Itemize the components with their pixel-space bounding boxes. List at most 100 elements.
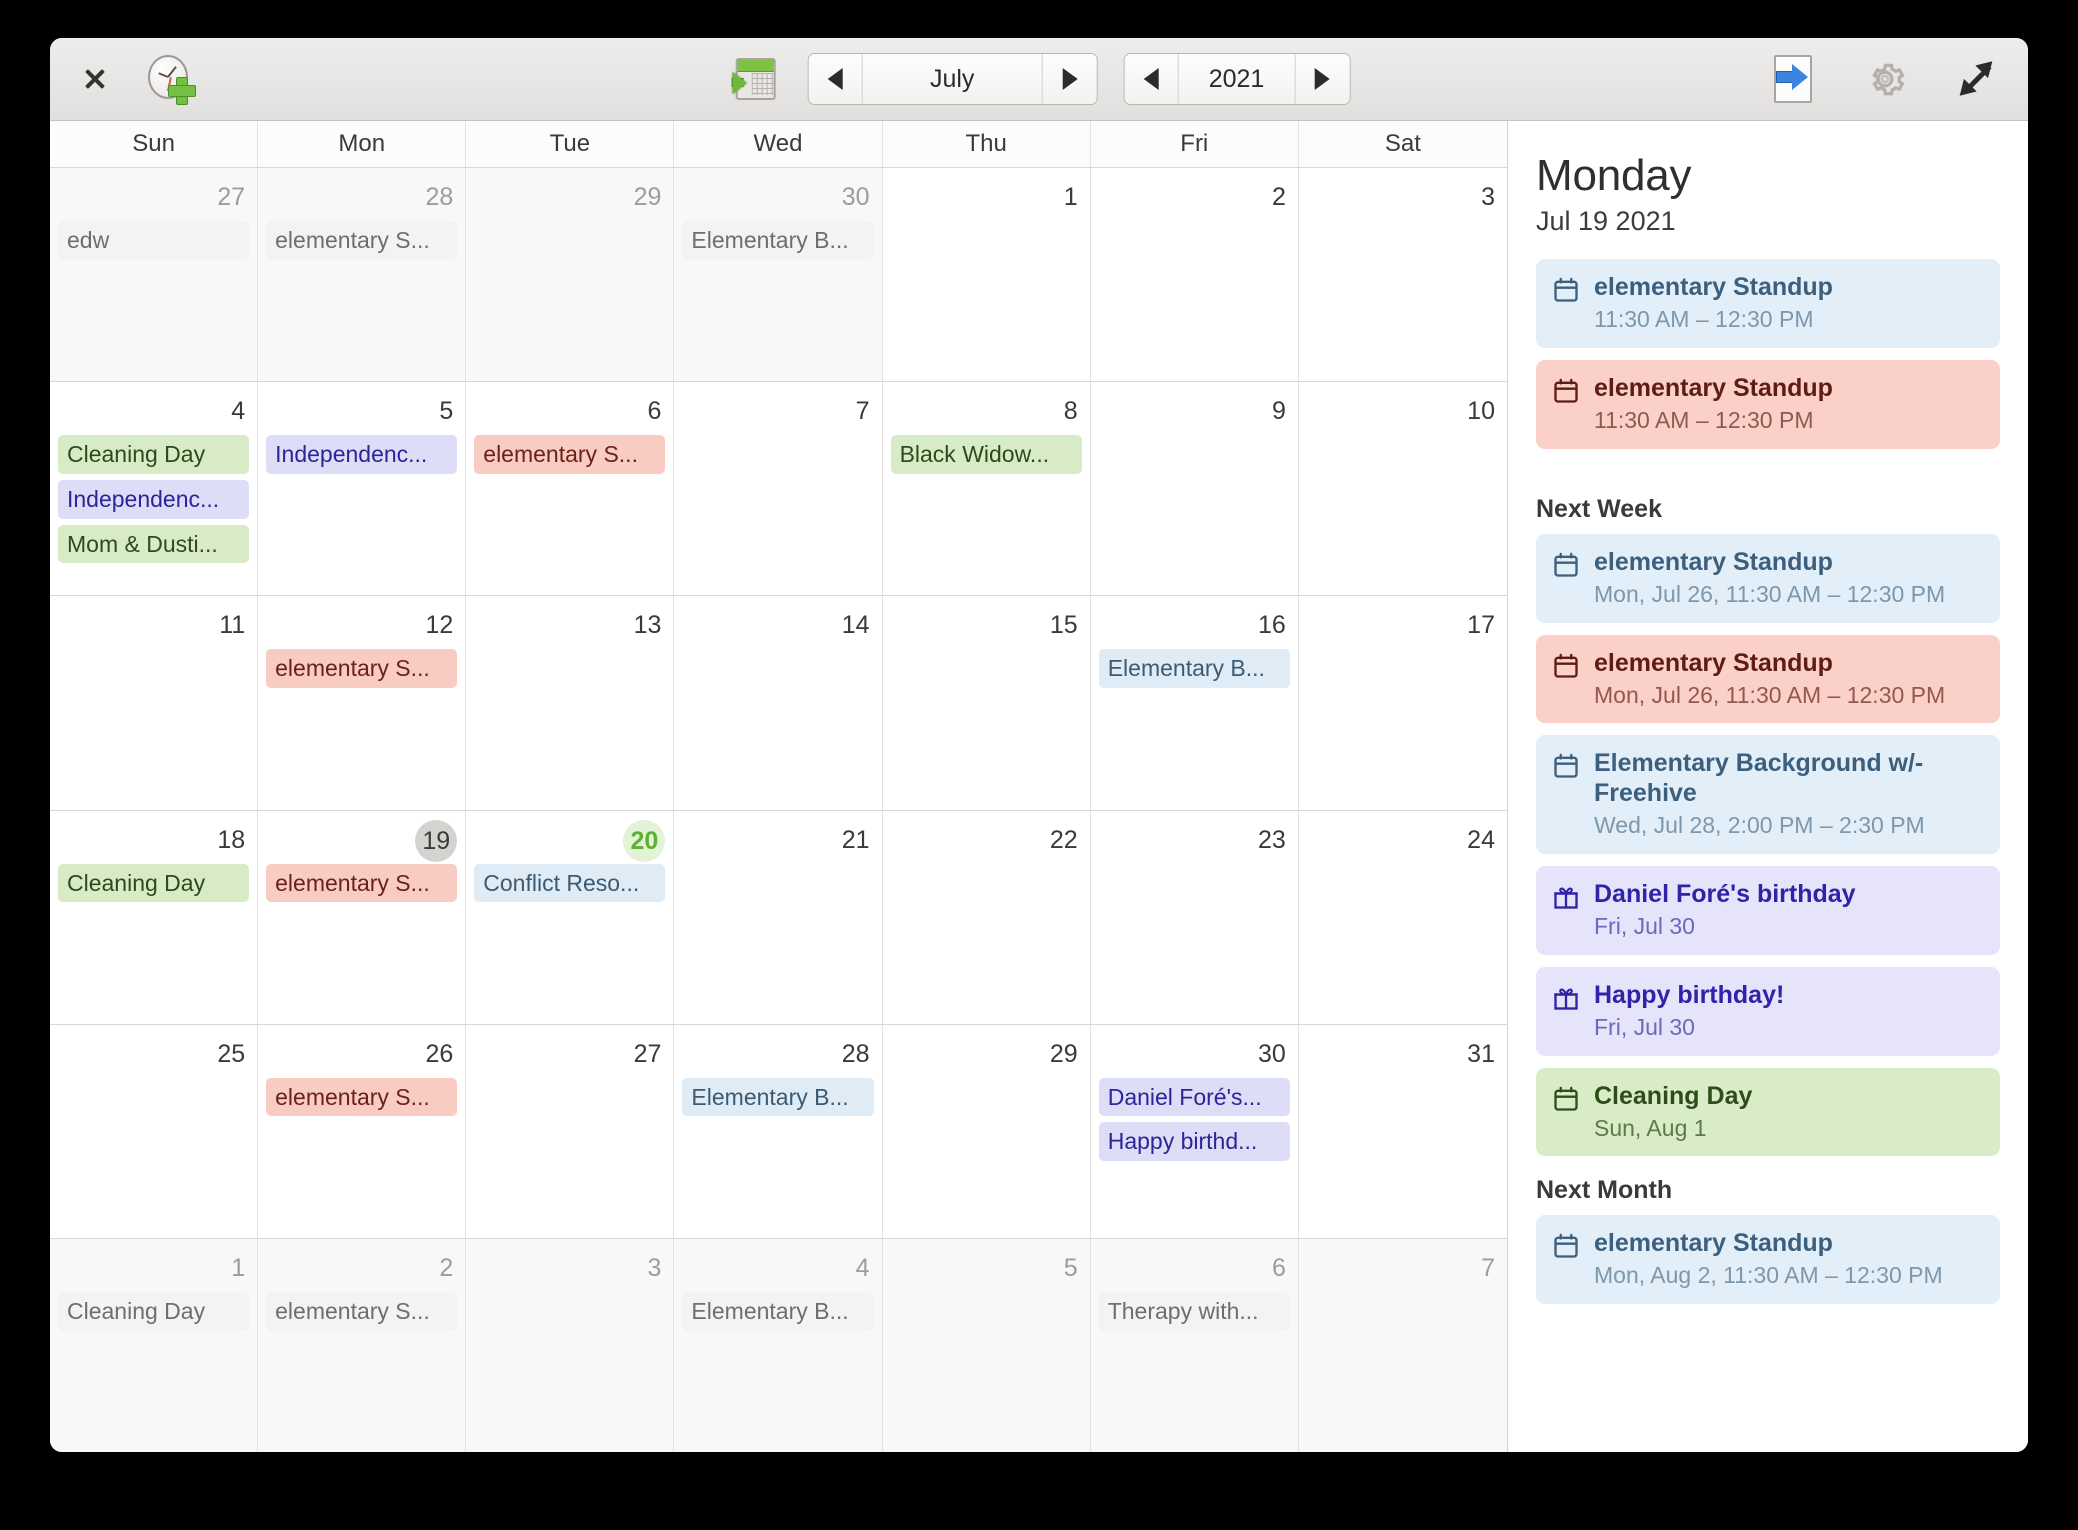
day-cell[interactable]: 10: [1298, 382, 1507, 596]
settings-button[interactable]: [1858, 52, 1912, 106]
close-icon: [80, 64, 110, 94]
day-number-wrap: 15: [891, 605, 1082, 645]
gear-icon: [1872, 63, 1905, 96]
event-chip[interactable]: Elementary B...: [682, 1291, 874, 1331]
day-cell[interactable]: 29: [882, 1024, 1091, 1238]
agenda-event-card[interactable]: elementary Standup Mon, Jul 26, 11:30 AM …: [1536, 533, 2000, 623]
day-cell[interactable]: 11: [50, 596, 259, 810]
day-cell[interactable]: 3: [1298, 168, 1507, 382]
day-number: 6: [1271, 1253, 1286, 1282]
sidebar-date: Jul 19 2021: [1536, 206, 1676, 237]
agenda-event-title: elementary Standup: [1594, 1229, 1833, 1258]
day-cell[interactable]: 23: [1090, 810, 1299, 1024]
event-chip[interactable]: edw: [58, 221, 250, 260]
event-chip[interactable]: elementary S...: [266, 1291, 458, 1331]
day-cell[interactable]: 30 Elementary B...: [674, 168, 883, 382]
day-cell[interactable]: 21: [674, 810, 883, 1024]
day-cell[interactable]: 17: [1298, 596, 1507, 810]
day-number: 11: [219, 611, 246, 640]
day-cell[interactable]: 9: [1090, 382, 1299, 596]
next-month-button[interactable]: [1042, 54, 1097, 104]
day-cell[interactable]: 22: [882, 810, 1091, 1024]
day-cell[interactable]: 2 elementary S...: [258, 1238, 467, 1452]
event-chip[interactable]: Independenc...: [58, 479, 250, 519]
day-cell[interactable]: 4 Cleaning Day Independenc... Mom & Dusti..…: [50, 382, 259, 596]
day-cell[interactable]: 5 Independenc...: [258, 382, 467, 596]
event-chip[interactable]: elementary S...: [266, 649, 458, 689]
day-cell[interactable]: 5: [882, 1238, 1091, 1452]
agenda-event-card[interactable]: Happy birthday! Fri, Jul 30: [1536, 966, 2000, 1056]
day-cell[interactable]: 24: [1298, 810, 1507, 1024]
day-cell[interactable]: 31: [1298, 1024, 1507, 1238]
agenda-event-card[interactable]: Daniel Foré's birthday Fri, Jul 30: [1536, 866, 2000, 955]
day-event-chips: Therapy with...: [1098, 1291, 1290, 1331]
day-cell[interactable]: 7: [1298, 1238, 1507, 1452]
event-chip[interactable]: Conflict Reso...: [474, 863, 666, 903]
event-chip[interactable]: Cleaning Day: [58, 1291, 250, 1331]
event-chip[interactable]: Elementary B...: [682, 221, 874, 260]
day-cell[interactable]: 14: [674, 596, 883, 810]
day-cell[interactable]: 1: [882, 168, 1091, 382]
day-cell[interactable]: 16 Elementary B...: [1090, 596, 1299, 810]
event-chip[interactable]: Cleaning Day: [58, 435, 250, 474]
event-chip[interactable]: Elementary B...: [1098, 649, 1290, 689]
day-cell[interactable]: 6 elementary S...: [466, 382, 675, 596]
event-chip[interactable]: Independenc...: [266, 435, 458, 474]
calendar-arrow-icon: [731, 56, 778, 102]
day-cell[interactable]: 28 elementary S...: [258, 168, 467, 382]
day-cell[interactable]: 25: [50, 1024, 259, 1238]
day-cell[interactable]: 6 Therapy with...: [1090, 1238, 1299, 1452]
next-year-button[interactable]: [1295, 54, 1350, 104]
import-button[interactable]: [1766, 51, 1820, 107]
prev-year-button[interactable]: [1124, 54, 1179, 104]
day-number-wrap: 30: [682, 177, 873, 217]
day-cell[interactable]: 4 Elementary B...: [674, 1238, 883, 1452]
event-chip[interactable]: Elementary B...: [682, 1077, 874, 1117]
day-cell[interactable]: 7: [674, 382, 883, 596]
maximize-button[interactable]: [1950, 53, 2002, 105]
agenda-event-card[interactable]: elementary Standup 11:30 AM – 12:30 PM: [1536, 259, 2000, 349]
day-cell[interactable]: 27 edw: [50, 168, 259, 382]
event-chip[interactable]: elementary S...: [266, 863, 458, 903]
day-cell[interactable]: 13: [466, 596, 675, 810]
agenda-event-card[interactable]: Cleaning Day Sun, Aug 1: [1536, 1067, 2000, 1157]
year-label[interactable]: 2021: [1178, 54, 1296, 104]
prev-month-button[interactable]: [808, 54, 863, 104]
event-chip[interactable]: Daniel Foré's...: [1098, 1077, 1290, 1117]
day-cell[interactable]: 27: [466, 1024, 675, 1238]
day-cell[interactable]: 15: [882, 596, 1091, 810]
event-chip[interactable]: Black Widow...: [890, 435, 1082, 474]
day-cell[interactable]: 26 elementary S...: [258, 1024, 467, 1238]
calendar-icon: [1554, 1234, 1578, 1258]
day-cell[interactable]: 8 Black Widow...: [882, 382, 1091, 596]
day-cell[interactable]: 28 Elementary B...: [674, 1024, 883, 1238]
event-chip[interactable]: elementary S...: [474, 435, 666, 474]
day-cell[interactable]: 2: [1090, 168, 1299, 382]
day-cell[interactable]: 3: [466, 1238, 675, 1452]
go-to-today-button[interactable]: [728, 52, 782, 106]
agenda-event-card[interactable]: elementary Standup Mon, Aug 2, 11:30 AM –…: [1536, 1215, 2000, 1305]
event-chip[interactable]: elementary S...: [266, 221, 458, 260]
day-cell[interactable]: 1 Cleaning Day: [50, 1238, 259, 1452]
day-number: 24: [1467, 825, 1495, 854]
day-number-wrap: 17: [1307, 605, 1499, 645]
day-cell[interactable]: 29: [466, 168, 675, 382]
event-chip[interactable]: elementary S...: [266, 1077, 458, 1117]
add-event-button[interactable]: [142, 51, 198, 107]
agenda-event-card[interactable]: Elementary Background w/- Freehive Wed, J…: [1536, 735, 2000, 855]
day-cell[interactable]: 19 elementary S...: [258, 810, 467, 1024]
day-cell[interactable]: 18 Cleaning Day: [50, 810, 259, 1024]
event-chip[interactable]: Mom & Dusti...: [58, 524, 250, 564]
agenda-event-card[interactable]: elementary Standup Mon, Jul 26, 11:30 AM …: [1536, 634, 2000, 724]
event-chip[interactable]: Happy birthd...: [1098, 1122, 1290, 1162]
month-label[interactable]: July: [862, 54, 1043, 104]
event-chip[interactable]: Cleaning Day: [58, 863, 250, 903]
agenda-event-card[interactable]: elementary Standup 11:30 AM – 12:30 PM: [1536, 360, 2000, 449]
day-number-wrap: 8: [891, 391, 1082, 431]
close-button[interactable]: [76, 60, 114, 98]
event-chip[interactable]: Therapy with...: [1098, 1291, 1290, 1331]
day-number: 30: [1258, 1039, 1286, 1068]
day-cell[interactable]: 20 Conflict Reso...: [466, 810, 675, 1024]
day-cell[interactable]: 12 elementary S...: [258, 596, 467, 810]
day-cell[interactable]: 30 Daniel Foré's... Happy birthd...: [1090, 1024, 1299, 1238]
